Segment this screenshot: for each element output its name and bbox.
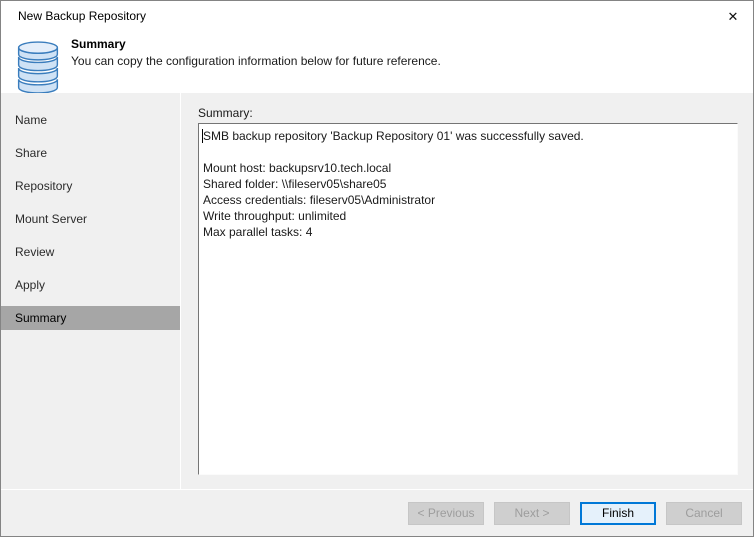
wizard-header: Summary You can copy the configuration i… (1, 32, 753, 96)
sidebar-item-summary[interactable]: Summary (1, 306, 180, 330)
previous-button: < Previous (408, 501, 484, 525)
step-title: Summary (71, 37, 126, 51)
cancel-button: Cancel (666, 501, 742, 525)
finish-button[interactable]: Finish (580, 501, 656, 525)
wizard-steps-nav: Name Share Repository Mount Server Revie… (1, 93, 181, 489)
summary-line (203, 144, 733, 160)
sidebar-item-apply[interactable]: Apply (1, 273, 180, 297)
wizard-footer: < Previous Next > Finish Cancel (1, 489, 753, 536)
sidebar-item-repository[interactable]: Repository (1, 174, 180, 198)
summary-line: Max parallel tasks: 4 (203, 225, 313, 239)
titlebar: New Backup Repository ✕ (1, 1, 753, 32)
sidebar-item-share[interactable]: Share (1, 141, 180, 165)
next-button: Next > (494, 501, 570, 525)
sidebar-item-mount-server[interactable]: Mount Server (1, 207, 180, 231)
new-backup-repository-window: New Backup Repository ✕ Summary You can … (0, 0, 754, 537)
summary-step-panel: Summary: SMB backup repository 'Backup R… (182, 93, 753, 489)
summary-textbox[interactable]: SMB backup repository 'Backup Repository… (198, 123, 738, 475)
summary-line: Write throughput: unlimited (203, 209, 347, 223)
database-stack-icon (15, 40, 61, 96)
summary-line: Shared folder: \\fileserv05\share05 (203, 177, 387, 191)
summary-line: Mount host: backupsrv10.tech.local (203, 161, 392, 175)
summary-line: SMB backup repository 'Backup Repository… (203, 129, 584, 143)
summary-label: Summary: (198, 106, 253, 120)
sidebar-item-name[interactable]: Name (1, 108, 180, 132)
window-title: New Backup Repository (18, 9, 147, 23)
close-icon[interactable]: ✕ (723, 7, 743, 27)
step-description: You can copy the configuration informati… (71, 54, 441, 68)
text-caret (202, 129, 203, 143)
sidebar-item-review[interactable]: Review (1, 240, 180, 264)
summary-line: Access credentials: fileserv05\Administr… (203, 193, 436, 207)
